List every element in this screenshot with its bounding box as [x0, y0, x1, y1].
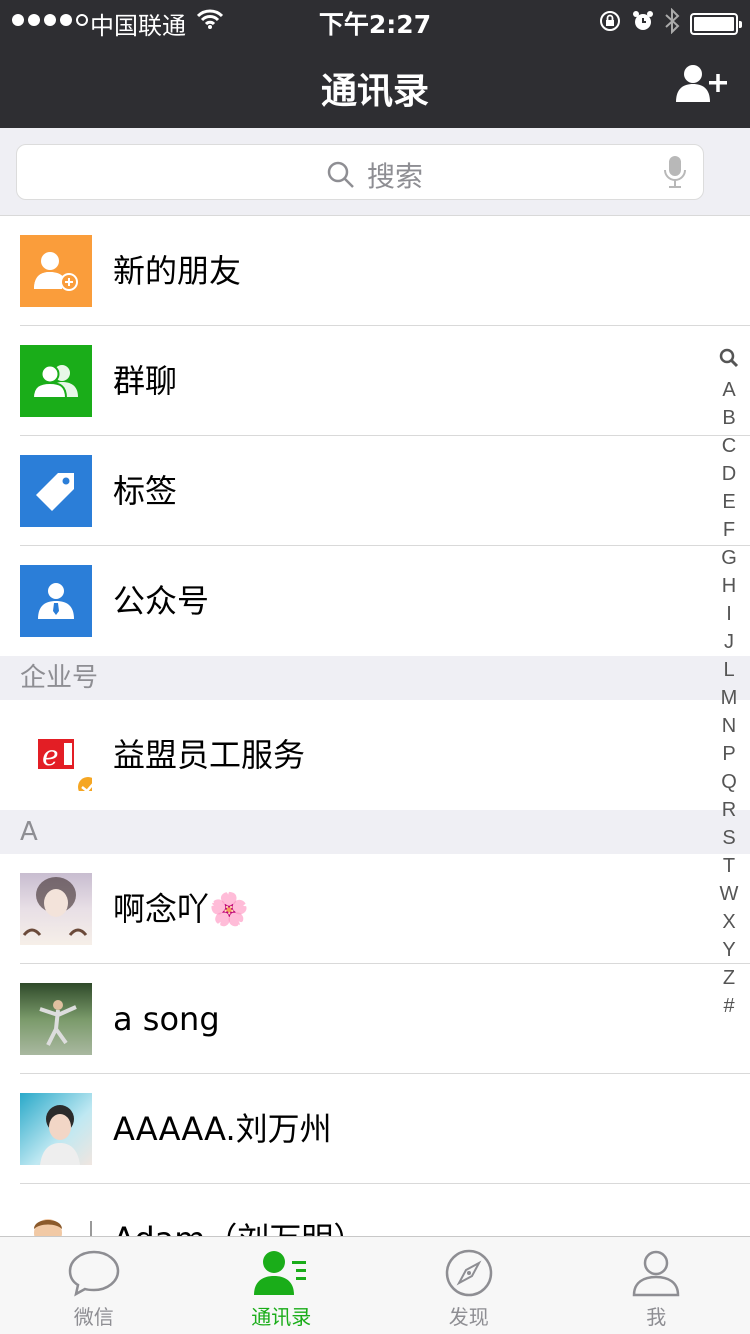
index-search-icon[interactable] [719, 348, 739, 376]
avatar [20, 983, 92, 1055]
add-friend-button[interactable] [676, 64, 728, 104]
contact-row[interactable]: a song [0, 964, 750, 1074]
row-label: 新的朋友 [113, 252, 242, 290]
row-label: 标签 [113, 472, 178, 510]
index-letter[interactable]: G [721, 544, 737, 572]
index-letter[interactable]: Z [723, 964, 735, 992]
microphone-icon[interactable] [663, 155, 687, 193]
index-letter[interactable]: E [722, 488, 735, 516]
section-header-a: A [0, 810, 750, 854]
index-letter[interactable]: I [726, 600, 732, 628]
search-icon [327, 161, 354, 188]
group-chats-row[interactable]: 群聊 [0, 326, 750, 436]
enterprise-logo-icon: e [20, 719, 92, 791]
tab-discover[interactable]: 发现 [375, 1237, 563, 1334]
tab-bar: 微信 通讯录 发现 我 [0, 1236, 750, 1334]
tab-me[interactable]: 我 [563, 1237, 750, 1334]
avatar [20, 1093, 92, 1165]
tab-label: 通讯录 [251, 1305, 312, 1329]
chat-bubble-icon [68, 1250, 120, 1297]
new-friend-icon [20, 235, 92, 307]
index-letter[interactable]: H [722, 572, 736, 600]
index-letter[interactable]: X [722, 908, 735, 936]
battery-icon [690, 13, 742, 35]
index-letter[interactable]: B [722, 404, 735, 432]
alphabet-index-bar[interactable]: A B C D E F G H I J L M N P Q R S T W X … [714, 348, 744, 1020]
row-label: a song [113, 1000, 220, 1038]
tab-label: 我 [646, 1305, 667, 1329]
avatar [20, 1203, 92, 1236]
contact-row[interactable]: Adam（刘万明） [0, 1184, 750, 1236]
tab-chats[interactable]: 微信 [0, 1237, 188, 1334]
index-letter[interactable]: A [722, 376, 735, 404]
index-letter[interactable]: R [722, 796, 736, 824]
row-label: 啊念吖🌸 [113, 890, 249, 928]
bluetooth-icon [664, 7, 680, 40]
index-letter[interactable]: W [720, 880, 739, 908]
tab-contacts[interactable]: 通讯录 [188, 1237, 376, 1334]
page-title: 通讯录 [320, 71, 429, 112]
official-account-icon [20, 565, 92, 637]
section-header-enterprise: 企业号 [0, 656, 750, 700]
profile-icon [632, 1250, 680, 1297]
row-label: 益盟员工服务 [113, 736, 306, 774]
search-bar-area: 搜索 [0, 128, 750, 216]
row-label: 群聊 [113, 362, 178, 400]
index-letter[interactable]: Y [722, 936, 735, 964]
tag-icon [20, 455, 92, 527]
index-letter[interactable]: F [723, 516, 735, 544]
svg-text:e: e [42, 739, 59, 772]
index-letter[interactable]: S [722, 824, 735, 852]
rotation-lock-icon [598, 9, 622, 39]
index-letter[interactable]: P [722, 740, 735, 768]
compass-icon [445, 1249, 492, 1297]
search-placeholder: 搜索 [367, 160, 424, 193]
index-letter[interactable]: Q [721, 768, 737, 796]
contact-row[interactable]: AAAAA.刘万州 [0, 1074, 750, 1184]
tab-label: 微信 [73, 1305, 114, 1329]
row-label: 公众号 [113, 582, 210, 620]
new-friends-row[interactable]: 新的朋友 [0, 216, 750, 326]
index-letter[interactable]: D [722, 460, 736, 488]
alarm-icon [632, 10, 654, 38]
index-letter[interactable]: T [723, 852, 735, 880]
group-chat-icon [20, 345, 92, 417]
contact-row[interactable]: 啊念吖🌸 [0, 854, 750, 964]
avatar [20, 873, 92, 945]
tab-label: 发现 [448, 1305, 489, 1329]
index-letter[interactable]: C [722, 432, 736, 460]
index-letter[interactable]: M [721, 684, 738, 712]
enterprise-account-row[interactable]: e 益盟员工服务 [0, 700, 750, 810]
index-letter[interactable]: N [722, 712, 736, 740]
status-bar: 中国联通 下午2:27 [0, 0, 750, 40]
index-letter[interactable]: J [724, 628, 734, 656]
official-accounts-row[interactable]: 公众号 [0, 546, 750, 656]
top-bar: 中国联通 下午2:27 通讯录 [0, 0, 750, 128]
tags-row[interactable]: 标签 [0, 436, 750, 546]
row-label: AAAAA.刘万州 [113, 1110, 332, 1148]
contacts-list[interactable]: 新的朋友 群聊 标签 公众号 企业号 e 益盟员工服务 A 啊念吖🌸 a son… [0, 216, 750, 1236]
index-letter[interactable]: L [723, 656, 734, 684]
contacts-icon [254, 1251, 307, 1295]
row-label: Adam（刘万明） [113, 1184, 365, 1236]
search-input[interactable]: 搜索 [16, 144, 704, 200]
index-letter[interactable]: # [723, 992, 734, 1020]
